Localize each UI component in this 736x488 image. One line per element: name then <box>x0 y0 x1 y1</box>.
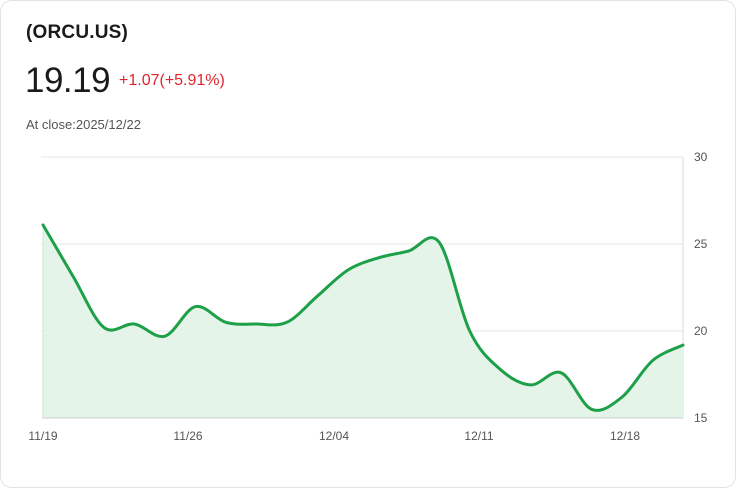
price-chart: 15 20 25 30 11/19 11/26 12/04 12/11 12/18 <box>28 150 708 443</box>
y-tick-label: 15 <box>694 411 708 425</box>
x-tick-label: 12/04 <box>319 429 349 443</box>
y-tick-label: 20 <box>694 324 708 338</box>
y-tick-label: 30 <box>694 150 708 164</box>
x-tick-label: 12/11 <box>464 429 493 443</box>
x-tick-label: 12/18 <box>610 429 640 443</box>
x-tick-label: 11/19 <box>28 429 57 443</box>
area-fill <box>43 224 683 418</box>
y-tick-label: 25 <box>694 237 708 251</box>
x-tick-label: 11/26 <box>173 429 202 443</box>
